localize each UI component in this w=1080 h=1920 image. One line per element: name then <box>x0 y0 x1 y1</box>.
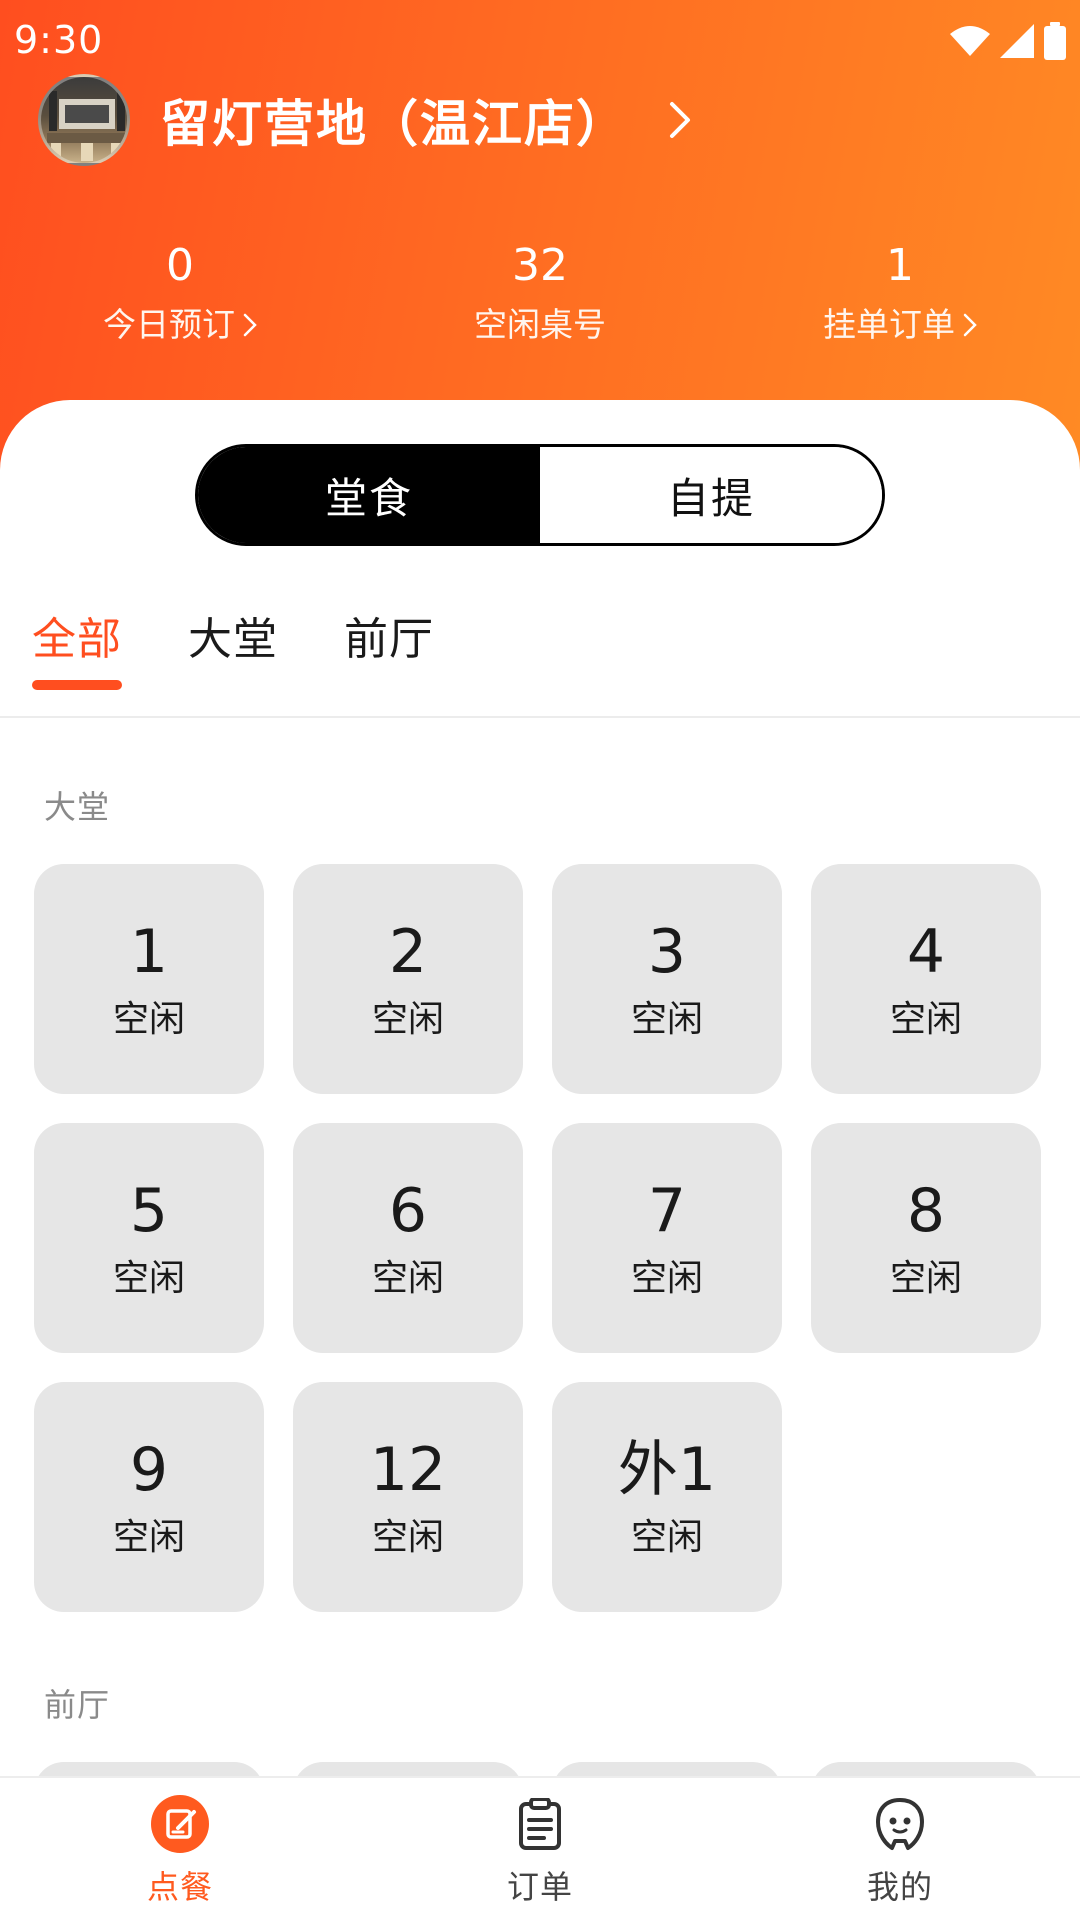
status-time: 9:30 <box>14 18 104 62</box>
table-status: 空闲 <box>889 1258 962 1299</box>
table-number: 4 <box>906 917 946 987</box>
store-selector[interactable]: 留灯营地（温江店） <box>38 74 692 166</box>
clipboard-icon <box>510 1794 570 1854</box>
table-grid-front <box>34 1762 1046 1776</box>
table-card[interactable]: 5 空闲 <box>34 1123 264 1353</box>
mode-pickup-button[interactable]: 自提 <box>540 447 882 543</box>
table-number: 8 <box>906 1176 946 1246</box>
wifi-icon <box>950 26 990 56</box>
stat-label: 今日预订 <box>103 305 235 344</box>
status-bar: 9:30 <box>0 0 1080 84</box>
table-card[interactable] <box>552 1762 782 1776</box>
stat-today-reservations[interactable]: 0 今日预订 <box>0 238 360 348</box>
section-title-hall: 大堂 <box>44 788 111 826</box>
chevron-right-icon <box>243 313 257 337</box>
table-status: 空闲 <box>371 999 444 1040</box>
store-name: 留灯营地（温江店） <box>160 95 628 153</box>
table-number: 5 <box>129 1176 169 1246</box>
order-mode-toggle: 堂食 自提 <box>195 444 885 546</box>
status-icons <box>950 22 1066 60</box>
main-content: 堂食 自提 全部 大堂 前厅 大堂 1 空闲 2 空闲 3 空闲 4 空闲 5 空闲 6 空… <box>0 400 1080 1776</box>
nav-orders[interactable]: 订单 <box>360 1778 720 1920</box>
table-status: 空闲 <box>112 1517 185 1558</box>
table-status: 空闲 <box>371 1517 444 1558</box>
section-title-front: 前厅 <box>44 1686 111 1724</box>
tab-front[interactable]: 前厅 <box>344 610 434 690</box>
battery-icon <box>1044 22 1066 60</box>
chevron-right-icon <box>670 102 690 138</box>
table-status: 空闲 <box>630 1258 703 1299</box>
table-card[interactable]: 8 空闲 <box>811 1123 1041 1353</box>
bottom-nav: 点餐 订单 我的 <box>0 1776 1080 1920</box>
chevron-right-icon <box>963 313 977 337</box>
stat-value: 32 <box>512 240 568 291</box>
table-card[interactable]: 2 空闲 <box>293 864 523 1094</box>
table-number: 3 <box>647 917 687 987</box>
stat-label: 空闲桌号 <box>474 305 606 344</box>
tab-all[interactable]: 全部 <box>32 610 122 690</box>
table-status: 空闲 <box>112 999 185 1040</box>
store-avatar <box>38 74 130 166</box>
table-card[interactable]: 4 空闲 <box>811 864 1041 1094</box>
table-card[interactable]: 12 空闲 <box>293 1382 523 1612</box>
stat-label: 挂单订单 <box>823 305 955 344</box>
table-number: 12 <box>369 1435 447 1505</box>
table-number: 7 <box>647 1176 687 1246</box>
table-card[interactable] <box>811 1762 1041 1776</box>
table-card[interactable]: 3 空闲 <box>552 864 782 1094</box>
table-card[interactable]: 6 空闲 <box>293 1123 523 1353</box>
table-status: 空闲 <box>630 1517 703 1558</box>
area-tabs: 全部 大堂 前厅 <box>32 610 500 690</box>
table-card[interactable]: 1 空闲 <box>34 864 264 1094</box>
mode-dine-in-button[interactable]: 堂食 <box>198 447 540 543</box>
nav-mine[interactable]: 我的 <box>720 1778 1080 1920</box>
table-number: 外1 <box>617 1435 717 1505</box>
table-card[interactable]: 9 空闲 <box>34 1382 264 1612</box>
stat-value: 1 <box>886 240 914 291</box>
table-number: 1 <box>129 917 169 987</box>
table-number: 2 <box>388 917 428 987</box>
table-number: 9 <box>129 1435 169 1505</box>
tab-hall[interactable]: 大堂 <box>188 610 278 690</box>
user-icon <box>870 1794 930 1854</box>
stats-row: 0 今日预订 32 空闲桌号 1 挂单订单 <box>0 238 1080 348</box>
edit-icon <box>150 1794 210 1854</box>
divider <box>0 716 1080 718</box>
table-status: 空闲 <box>112 1258 185 1299</box>
table-status: 空闲 <box>630 999 703 1040</box>
table-number: 6 <box>388 1176 428 1246</box>
table-status: 空闲 <box>889 999 962 1040</box>
nav-label: 点餐 <box>146 1868 213 1906</box>
stat-value: 0 <box>166 240 194 291</box>
nav-order-food[interactable]: 点餐 <box>0 1778 360 1920</box>
table-card[interactable]: 7 空闲 <box>552 1123 782 1353</box>
stat-pending-orders[interactable]: 1 挂单订单 <box>720 238 1080 348</box>
table-grid-hall: 1 空闲 2 空闲 3 空闲 4 空闲 5 空闲 6 空闲 7 空闲 8 空闲 9 空闲 12 空闲… <box>34 864 1046 1612</box>
table-card[interactable] <box>34 1762 264 1776</box>
signal-icon <box>1000 24 1034 58</box>
table-status: 空闲 <box>371 1258 444 1299</box>
table-card[interactable] <box>293 1762 523 1776</box>
nav-label: 订单 <box>506 1868 573 1906</box>
nav-label: 我的 <box>866 1868 933 1906</box>
table-card[interactable]: 外1 空闲 <box>552 1382 782 1612</box>
stat-free-tables: 32 空闲桌号 <box>360 238 720 348</box>
